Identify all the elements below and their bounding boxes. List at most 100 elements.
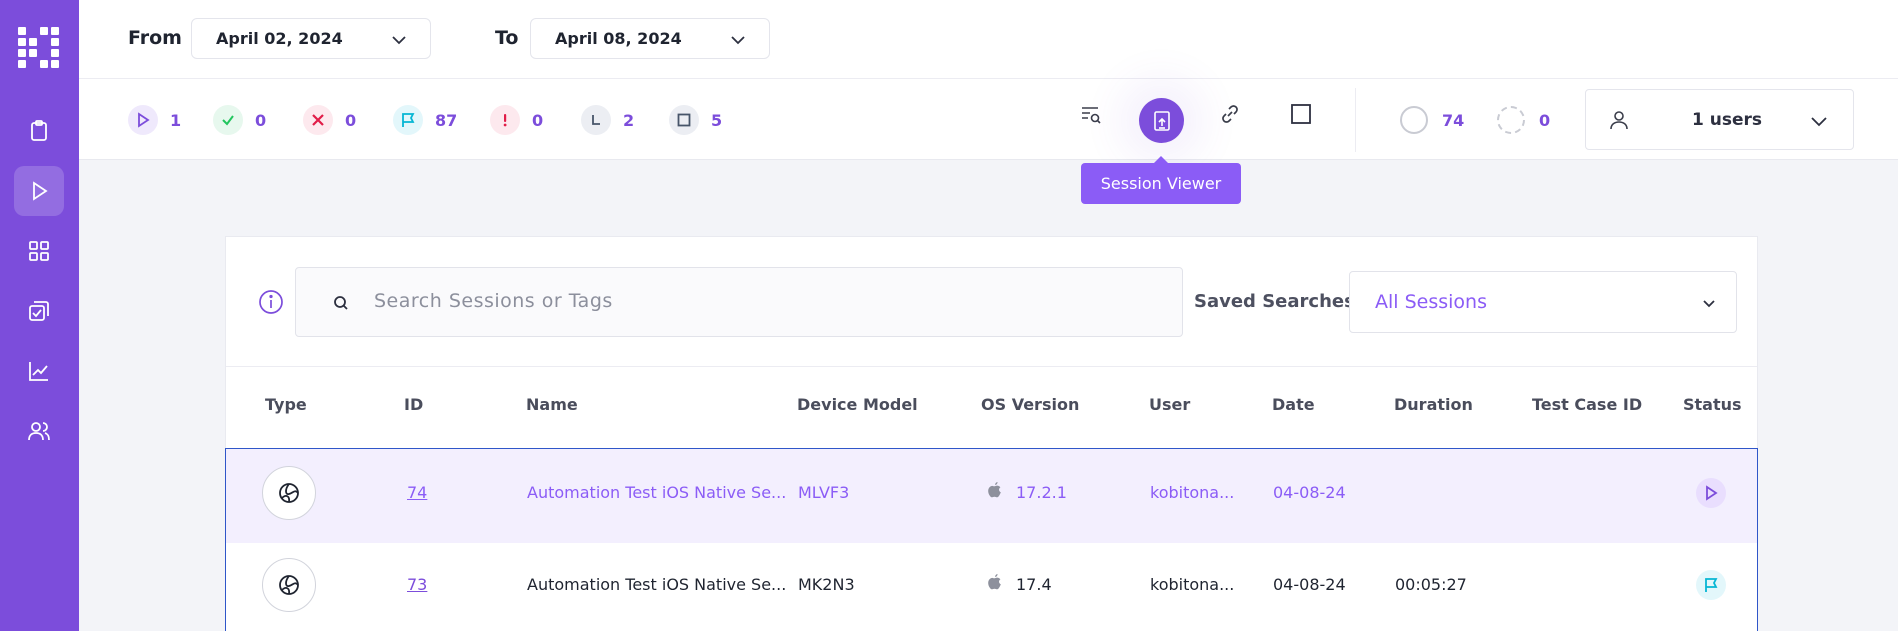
stat-failed-value: 0 [345, 110, 357, 130]
duration: 00:05:27 [1395, 575, 1467, 594]
stat-passed[interactable]: 0 [213, 105, 266, 135]
count-completed-value: 74 [1442, 110, 1465, 130]
col-header-user[interactable]: User [1149, 395, 1190, 414]
col-header-name[interactable]: Name [526, 395, 578, 414]
stat-complete[interactable]: 5 [669, 105, 722, 135]
x-icon [303, 105, 333, 135]
session-id-link[interactable]: 74 [407, 483, 427, 502]
session-viewer-tooltip: Session Viewer [1081, 156, 1241, 204]
stat-passed-value: 0 [255, 110, 267, 130]
search-box[interactable] [295, 267, 1183, 337]
nav-test-cases[interactable] [14, 106, 64, 156]
date: 04-08-24 [1273, 483, 1346, 502]
filter-search-button[interactable] [1076, 99, 1106, 129]
chevron-down-icon [392, 36, 406, 45]
link-button[interactable] [1215, 99, 1245, 129]
col-header-duration[interactable]: Duration [1394, 395, 1473, 414]
toolbar-divider [1355, 88, 1356, 152]
saved-searches-value: All Sessions [1375, 291, 1487, 313]
kobiton-logo[interactable] [18, 27, 60, 69]
stat-flagged-value: 87 [435, 110, 458, 130]
nav-sessions[interactable] [14, 166, 64, 216]
check-icon [213, 105, 243, 135]
grid-icon [29, 241, 49, 261]
session-name[interactable]: Automation Test iOS Native Se... [527, 575, 786, 594]
stop-icon [669, 105, 699, 135]
exclamation-icon [490, 105, 520, 135]
session-viewer-icon [1153, 110, 1170, 131]
col-header-status[interactable]: Status [1683, 395, 1742, 414]
running-status-icon [1696, 478, 1726, 508]
flag-icon [393, 105, 423, 135]
play-icon [128, 105, 158, 135]
stat-failed[interactable]: 0 [303, 105, 356, 135]
saved-searches-select[interactable]: All Sessions [1349, 271, 1737, 333]
os-version: 17.2.1 [1016, 483, 1067, 502]
col-header-device-model[interactable]: Device Model [797, 395, 918, 414]
date: 04-08-24 [1273, 575, 1346, 594]
checkbox-icon [1291, 104, 1311, 124]
col-header-os-version[interactable]: OS Version [981, 395, 1079, 414]
clock-icon [581, 105, 611, 135]
session-id-link[interactable]: 73 [407, 575, 427, 594]
table-row[interactable]: 74 Automation Test iOS Native Se... MLVF… [225, 448, 1758, 536]
users-select[interactable]: 1 users [1585, 89, 1854, 150]
os-version: 17.4 [1016, 575, 1052, 594]
to-date-select[interactable]: April 08, 2024 [530, 18, 770, 59]
from-date-select[interactable]: April 02, 2024 [191, 18, 431, 59]
checklist-icon [29, 301, 49, 321]
col-header-type[interactable]: Type [265, 395, 307, 414]
count-pending[interactable]: 0 [1497, 106, 1550, 134]
apple-icon [988, 482, 1001, 498]
stat-running-value: 1 [170, 110, 182, 130]
chevron-down-icon [731, 36, 745, 45]
users-icon [28, 422, 50, 441]
count-completed[interactable]: 74 [1400, 106, 1464, 134]
to-date-value: April 08, 2024 [555, 29, 682, 48]
chart-icon [29, 362, 48, 381]
info-icon[interactable] [258, 289, 284, 315]
user: kobitona... [1150, 575, 1235, 594]
flagged-status-icon [1696, 570, 1726, 600]
stat-error-value: 0 [532, 110, 544, 130]
col-header-date[interactable]: Date [1272, 395, 1315, 414]
apple-icon [988, 574, 1001, 590]
search-icon [334, 296, 348, 310]
to-label: To [495, 27, 519, 49]
session-viewer-button[interactable] [1139, 98, 1184, 143]
sidebar [0, 0, 79, 631]
table-row[interactable]: 73 Automation Test iOS Native Se... MK2N… [225, 543, 1758, 631]
col-header-id[interactable]: ID [404, 395, 423, 414]
user: kobitona... [1150, 483, 1235, 502]
stat-timeout-value: 2 [623, 110, 635, 130]
stat-running[interactable]: 1 [128, 105, 181, 135]
users-select-label: 1 users [1692, 110, 1763, 130]
stat-timeout[interactable]: 2 [581, 105, 634, 135]
user-icon [1610, 111, 1628, 130]
row-gap [225, 536, 1758, 543]
link-icon [1222, 105, 1238, 123]
from-label: From [128, 27, 182, 49]
circle-icon [1400, 106, 1428, 134]
clipboard-icon [31, 120, 47, 141]
device-model: MLVF3 [798, 483, 850, 502]
chevron-down-icon [1811, 117, 1827, 127]
nav-users[interactable] [14, 406, 64, 456]
appium-type-icon [262, 466, 316, 520]
nav-analytics[interactable] [14, 346, 64, 396]
search-input[interactable] [374, 290, 1154, 312]
play-icon [33, 181, 48, 201]
appium-type-icon [262, 558, 316, 612]
col-header-test-case-id[interactable]: Test Case ID [1532, 395, 1642, 414]
select-all-checkbox[interactable] [1286, 99, 1316, 129]
count-pending-value: 0 [1539, 110, 1551, 130]
dashed-circle-icon [1497, 106, 1525, 134]
list-search-icon [1082, 107, 1101, 124]
table-divider [226, 366, 1757, 367]
nav-test-runs[interactable] [14, 286, 64, 336]
stat-error[interactable]: 0 [490, 105, 543, 135]
session-name[interactable]: Automation Test iOS Native Se... [527, 483, 786, 502]
saved-searches-label: Saved Searches [1194, 291, 1355, 312]
nav-devices[interactable] [14, 226, 64, 276]
stat-flagged[interactable]: 87 [393, 105, 457, 135]
